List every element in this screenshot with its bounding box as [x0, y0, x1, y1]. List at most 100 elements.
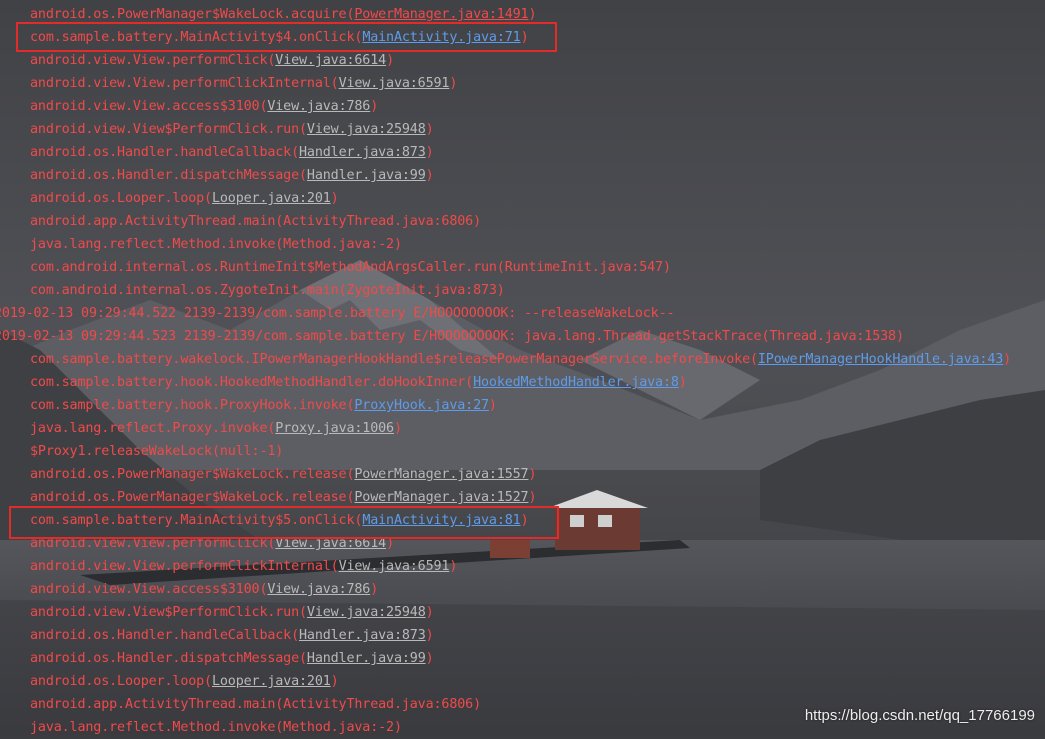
- log-text: 2019-02-13 09:29:44.523 2139-2139/com.sa…: [0, 329, 904, 344]
- log-line: com.sample.battery.hook.ProxyHook.invoke…: [0, 394, 1045, 417]
- log-text-tail: ): [528, 490, 537, 505]
- log-line: android.os.PowerManager$WakeLock.release…: [0, 486, 1045, 509]
- log-text: android.os.PowerManager$WakeLock.acquire…: [30, 7, 355, 22]
- log-text: com.android.internal.os.ZygoteInit.main(…: [30, 283, 505, 298]
- log-text: android.os.Handler.dispatchMessage(: [30, 168, 307, 183]
- log-text-tail: ): [425, 651, 434, 666]
- watermark-text: https://blog.csdn.net/qq_17766199: [804, 707, 1035, 724]
- log-text: com.sample.battery.MainActivity$5.onClic…: [30, 513, 363, 528]
- source-link[interactable]: View.java:786: [267, 99, 370, 114]
- log-text: android.view.View.performClickInternal(: [30, 76, 339, 91]
- source-link[interactable]: MainActivity.java:81: [362, 513, 520, 528]
- log-text-tail: ): [370, 582, 379, 597]
- log-line: com.android.internal.os.ZygoteInit.main(…: [0, 279, 1045, 302]
- source-link[interactable]: View.java:786: [267, 582, 370, 597]
- source-link[interactable]: PowerManager.java:1491: [354, 7, 528, 22]
- source-link[interactable]: Handler.java:873: [299, 628, 426, 643]
- log-text: android.os.PowerManager$WakeLock.release…: [30, 467, 355, 482]
- log-text-tail: ): [425, 605, 434, 620]
- source-link[interactable]: MainActivity.java:71: [362, 30, 520, 45]
- log-text: com.sample.battery.hook.ProxyHook.invoke…: [30, 398, 355, 413]
- log-line: android.view.View.performClick(View.java…: [0, 49, 1045, 72]
- log-line: android.view.View.performClickInternal(V…: [0, 555, 1045, 578]
- log-text-tail: ): [528, 467, 537, 482]
- source-link[interactable]: PowerManager.java:1527: [354, 490, 528, 505]
- source-link[interactable]: PowerManager.java:1557: [354, 467, 528, 482]
- log-text: android.os.Looper.loop(: [30, 191, 212, 206]
- log-text-tail: ): [425, 168, 434, 183]
- log-line: android.view.View.performClickInternal(V…: [0, 72, 1045, 95]
- source-link[interactable]: Looper.java:201: [212, 191, 331, 206]
- log-line: android.os.Looper.loop(Looper.java:201): [0, 187, 1045, 210]
- source-link[interactable]: View.java:25948: [307, 605, 426, 620]
- log-text-tail: ): [520, 513, 529, 528]
- log-line: android.view.View$PerformClick.run(View.…: [0, 601, 1045, 624]
- log-text-tail: ): [1003, 352, 1012, 367]
- source-link[interactable]: Handler.java:873: [299, 145, 426, 160]
- log-line: android.view.View$PerformClick.run(View.…: [0, 118, 1045, 141]
- source-link[interactable]: HookedMethodHandler.java:8: [473, 375, 679, 390]
- source-link[interactable]: View.java:6614: [275, 53, 386, 68]
- source-link[interactable]: Looper.java:201: [212, 674, 331, 689]
- log-text: com.sample.battery.wakelock.IPowerManage…: [30, 352, 758, 367]
- source-link[interactable]: IPowerManagerHookHandle.java:43: [758, 352, 1003, 367]
- log-text: android.view.View.performClickInternal(: [30, 559, 339, 574]
- log-line: android.os.PowerManager$WakeLock.release…: [0, 463, 1045, 486]
- source-link[interactable]: View.java:25948: [307, 122, 426, 137]
- log-text-tail: ): [449, 559, 458, 574]
- log-line: com.sample.battery.wakelock.IPowerManage…: [0, 348, 1045, 371]
- log-line: android.os.Handler.dispatchMessage(Handl…: [0, 164, 1045, 187]
- source-link[interactable]: View.java:6591: [339, 559, 450, 574]
- log-text: com.sample.battery.MainActivity$4.onClic…: [30, 30, 363, 45]
- log-text-tail: ): [528, 7, 537, 22]
- log-text: $Proxy1.releaseWakeLock(null:-1): [30, 444, 284, 459]
- log-text: 2019-02-13 09:29:44.522 2139-2139/com.sa…: [0, 306, 675, 321]
- log-text-tail: ): [330, 674, 339, 689]
- log-line: java.lang.reflect.Method.invoke(Method.j…: [0, 233, 1045, 256]
- source-link[interactable]: View.java:6614: [275, 536, 386, 551]
- log-line: $Proxy1.releaseWakeLock(null:-1): [0, 440, 1045, 463]
- log-text: android.os.Handler.handleCallback(: [30, 628, 300, 643]
- log-text: android.view.View.access$3100(: [30, 582, 268, 597]
- log-text-tail: ): [386, 53, 394, 68]
- log-line: 2019-02-13 09:29:44.522 2139-2139/com.sa…: [0, 302, 1045, 325]
- log-line: com.android.internal.os.RuntimeInit$Meth…: [0, 256, 1045, 279]
- source-link[interactable]: ProxyHook.java:27: [354, 398, 489, 413]
- log-text: android.view.View$PerformClick.run(: [30, 605, 307, 620]
- log-text: android.app.ActivityThread.main(Activity…: [30, 214, 481, 229]
- log-text: android.view.View.performClick(: [30, 53, 276, 68]
- log-line: android.view.View.access$3100(View.java:…: [0, 95, 1045, 118]
- log-line: android.os.Looper.loop(Looper.java:201): [0, 670, 1045, 693]
- source-link[interactable]: View.java:6591: [339, 76, 450, 91]
- log-text: android.view.View.access$3100(: [30, 99, 268, 114]
- log-text: com.android.internal.os.RuntimeInit$Meth…: [30, 260, 671, 275]
- log-line-highlighted: com.sample.battery.MainActivity$4.onClic…: [0, 26, 1045, 49]
- log-text-tail: ): [678, 375, 687, 390]
- log-text-tail: ): [425, 122, 434, 137]
- log-text: java.lang.reflect.Method.invoke(Method.j…: [30, 720, 402, 735]
- log-text: android.view.View.performClick(: [30, 536, 276, 551]
- log-text-tail: ): [425, 145, 434, 160]
- source-link[interactable]: Handler.java:99: [307, 168, 426, 183]
- log-text: android.os.Handler.handleCallback(: [30, 145, 300, 160]
- log-text-tail: ): [488, 398, 497, 413]
- log-text: android.os.Looper.loop(: [30, 674, 212, 689]
- log-text-tail: ): [520, 30, 529, 45]
- log-text: java.lang.reflect.Method.invoke(Method.j…: [30, 237, 402, 252]
- log-text: android.os.PowerManager$WakeLock.release…: [30, 490, 355, 505]
- log-line: android.os.PowerManager$WakeLock.acquire…: [0, 3, 1045, 26]
- log-text-tail: ): [386, 536, 394, 551]
- log-text: android.os.Handler.dispatchMessage(: [30, 651, 307, 666]
- source-link[interactable]: Proxy.java:1006: [275, 421, 394, 436]
- log-text: android.view.View$PerformClick.run(: [30, 122, 307, 137]
- log-line: 2019-02-13 09:29:44.523 2139-2139/com.sa…: [0, 325, 1045, 348]
- log-text-tail: ): [370, 99, 379, 114]
- log-text: android.app.ActivityThread.main(Activity…: [30, 697, 481, 712]
- log-line: android.os.Handler.handleCallback(Handle…: [0, 624, 1045, 647]
- source-link[interactable]: Handler.java:99: [307, 651, 426, 666]
- log-text: com.sample.battery.hook.HookedMethodHand…: [30, 375, 474, 390]
- log-line: android.os.Handler.handleCallback(Handle…: [0, 141, 1045, 164]
- log-text-tail: ): [330, 191, 339, 206]
- log-text-tail: ): [393, 421, 402, 436]
- log-line: android.view.View.performClick(View.java…: [0, 532, 1045, 555]
